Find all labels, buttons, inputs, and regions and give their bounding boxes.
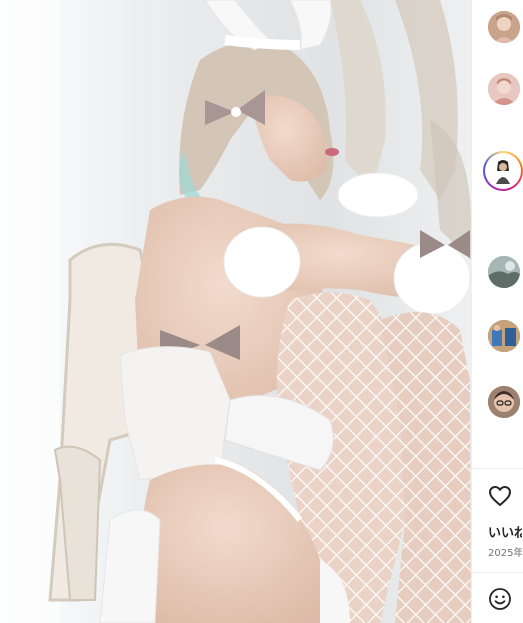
commenter-avatar-1[interactable] [488, 11, 520, 43]
post-photo[interactable] [0, 0, 471, 623]
post-photo-illustration [0, 0, 471, 623]
avatar-image [488, 11, 520, 43]
emoji-icon [489, 588, 511, 610]
avatar-image [488, 156, 518, 186]
avatar-image [488, 73, 520, 105]
avatar-image [488, 320, 520, 352]
comment-divider [472, 572, 523, 573]
heart-icon [489, 486, 511, 506]
emoji-button[interactable] [488, 587, 512, 611]
post-date: 2025年 [488, 548, 522, 559]
avatar-image [488, 386, 520, 418]
commenter-avatar-6[interactable] [488, 386, 520, 418]
actions-divider [472, 468, 523, 469]
likes-label[interactable]: いいね [488, 522, 522, 541]
commenter-avatar-2[interactable] [488, 73, 520, 105]
like-button[interactable] [488, 484, 512, 508]
commenter-avatar-4[interactable] [488, 256, 520, 288]
commenter-avatar-3[interactable] [488, 156, 518, 186]
commenter-avatar-5[interactable] [488, 320, 520, 352]
avatar-image [488, 256, 520, 288]
